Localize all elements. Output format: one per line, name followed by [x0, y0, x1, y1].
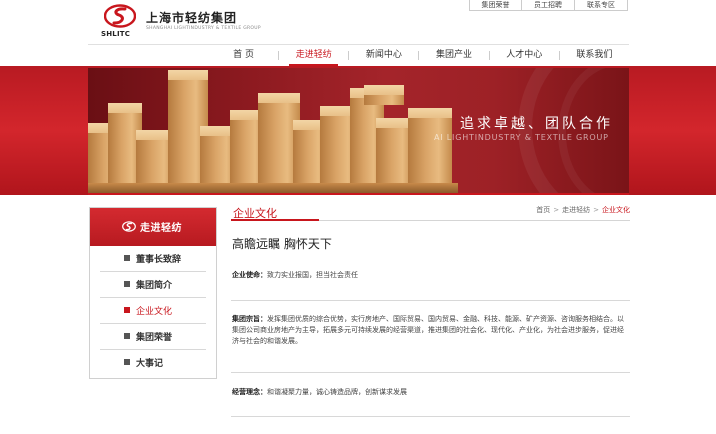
sidebar-item-profile[interactable]: 集团简介	[100, 272, 206, 298]
content-divider	[231, 300, 630, 301]
breadcrumb-current: 企业文化	[602, 206, 630, 214]
sidebar-item-label: 董事长致辞	[136, 255, 182, 265]
nav-item-talent[interactable]: 人才中心	[490, 45, 559, 66]
bullet-icon	[124, 359, 130, 365]
sidebar-item-honors[interactable]: 集团荣誉	[100, 324, 206, 350]
logo-abbr: SHLITC	[101, 30, 131, 38]
header: SHLITC 上海市轻纺集团 SHANGHAI LIGHTINDUSTRY & …	[0, 0, 716, 44]
banner-bottom-line	[88, 193, 629, 195]
sidebar-title: 走进轻纺	[140, 223, 182, 234]
paragraph-text: 致力实业报国，担当社会责任	[267, 271, 358, 279]
top-link-recruit[interactable]: 员工招聘	[522, 0, 575, 11]
paragraph-mission: 企业使命：致力实业报国，担当社会责任	[232, 270, 630, 281]
top-link-contact[interactable]: 联系专区	[575, 0, 628, 11]
sidebar-item-label: 企业文化	[136, 307, 173, 317]
logo-name-en: SHANGHAI LIGHTINDUSTRY & TEXTILE GROUP	[146, 26, 261, 31]
content-divider	[231, 416, 630, 417]
sidebar-item-label: 大事记	[136, 359, 164, 369]
breadcrumb-home[interactable]: 首页	[536, 206, 550, 214]
sidebar-item-culture[interactable]: 企业文化	[100, 298, 206, 324]
top-link-honors[interactable]: 集团荣誉	[469, 0, 522, 11]
sidebar-item-chairman[interactable]: 董事长致辞	[100, 246, 206, 272]
paragraph-text: 和谐凝聚力量，诚心铸造品牌，创新谋求发展	[267, 388, 407, 396]
sidebar-header: 走进轻纺	[90, 208, 216, 246]
main-content: 企业文化 首页 > 走进轻纺 > 企业文化 高瞻远瞩 胸怀天下 企业使命：致力实业报国，…	[231, 200, 630, 434]
sidebar-list: 董事长致辞 集团简介 企业文化 集团荣誉 大事记	[90, 246, 216, 376]
breadcrumb: 首页 > 走进轻纺 > 企业文化	[536, 205, 630, 215]
paragraph-text: 发挥集团优质的综合优势，实行房地产、国际贸易、国内贸易、金融、科技、能源、矿产资…	[232, 315, 624, 345]
bullet-icon	[124, 281, 130, 287]
breadcrumb-separator: >	[593, 206, 599, 214]
section-title-underline	[231, 219, 319, 221]
paragraph-purpose: 集团宗旨：发挥集团优质的综合优势，实行房地产、国际贸易、国内贸易、金融、科技、能…	[232, 314, 630, 347]
nav-item-industry[interactable]: 集团产业	[419, 45, 488, 66]
logo-name-cn: 上海市轻纺集团	[146, 11, 238, 25]
sidebar-item-label: 集团简介	[136, 281, 173, 291]
sidebar: 走进轻纺 董事长致辞 集团简介 企业文化 集团荣誉 大事记	[89, 207, 217, 379]
paragraph-label: 集团宗旨：	[232, 315, 267, 323]
top-links: 集团荣誉 员工招聘 联系专区	[469, 0, 628, 11]
paragraph-label: 企业使命：	[232, 271, 267, 279]
nav-item-about[interactable]: 走进轻纺	[279, 45, 348, 66]
page: SHLITC 上海市轻纺集团 SHANGHAI LIGHTINDUSTRY & …	[0, 0, 716, 434]
nav-item-news[interactable]: 新闻中心	[349, 45, 418, 66]
paragraph-label: 经营理念：	[232, 388, 267, 396]
main-nav: 首 页 走进轻纺 新闻中心 集团产业 人才中心 联系我们	[88, 44, 629, 66]
banner-subtitle: AI LIGHTINDUSTRY & TEXTILE GROUP	[434, 133, 609, 142]
banner: 追求卓越、团队合作 AI LIGHTINDUSTRY & TEXTILE GRO…	[88, 68, 629, 193]
bullet-icon	[124, 307, 130, 313]
nav-item-home[interactable]: 首 页	[209, 45, 278, 66]
logo-mark-icon	[122, 221, 136, 232]
breadcrumb-separator: >	[553, 206, 560, 214]
bullet-icon	[124, 333, 130, 339]
nav-item-contact[interactable]: 联系我们	[560, 45, 629, 66]
breadcrumb-about[interactable]: 走进轻纺	[562, 206, 590, 214]
sidebar-item-label: 集团荣誉	[136, 333, 173, 343]
sidebar-item-milestones[interactable]: 大事记	[100, 350, 206, 376]
banner-slogan: 追求卓越、团队合作	[460, 116, 613, 132]
logo[interactable]: SHLITC 上海市轻纺集团 SHANGHAI LIGHTINDUSTRY & …	[100, 3, 261, 41]
headline: 高瞻远瞩 胸怀天下	[232, 237, 332, 251]
content-divider	[231, 372, 630, 373]
logo-mark-icon	[104, 4, 136, 28]
bullet-icon	[124, 255, 130, 261]
paragraph-philosophy: 经营理念：和谐凝聚力量，诚心铸造品牌，创新谋求发展	[232, 387, 630, 398]
